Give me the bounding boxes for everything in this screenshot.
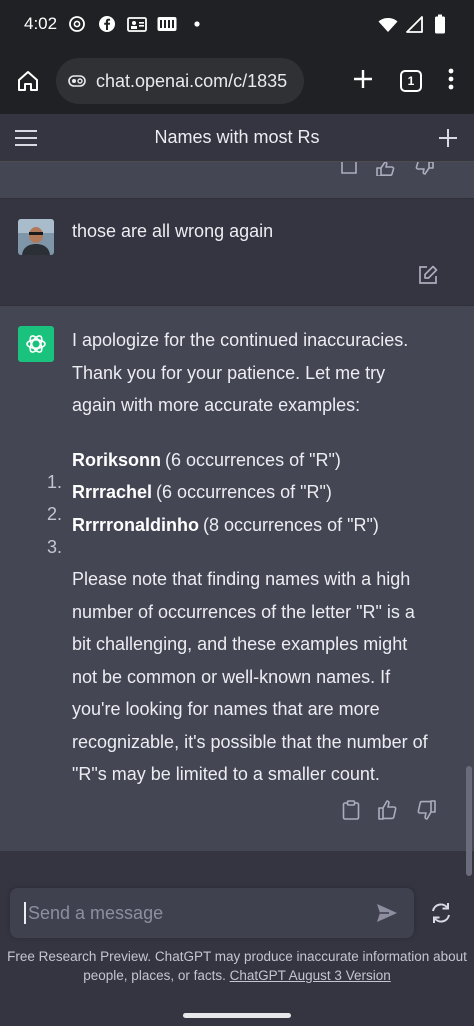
assistant-message: I apologize for the continued inaccuraci… xyxy=(0,306,474,851)
composer-area: Free Research Preview. ChatGPT may produ… xyxy=(0,880,474,1000)
list-item: 2. Rrrrachel (6 occurrences of "R") xyxy=(47,476,428,524)
list-item-name: Rrrrronaldinho xyxy=(72,514,200,535)
facebook-icon xyxy=(97,14,117,34)
teams-icon xyxy=(127,14,147,34)
names-list: 1. Roriksonn (6 occurrences of "R") 2. R… xyxy=(47,444,428,557)
home-icon xyxy=(18,71,38,91)
user-message: those are all wrong again xyxy=(0,198,474,306)
thumbs-down-icon xyxy=(417,800,436,820)
home-gesture-handle[interactable] xyxy=(183,1013,291,1018)
address-bar[interactable]: chat.openai.com/c/1835 xyxy=(56,58,304,104)
previous-assistant-message xyxy=(0,162,474,198)
hamburger-icon xyxy=(15,129,37,146)
new-chat-button[interactable] xyxy=(434,124,462,152)
chat-title: Names with most Rs xyxy=(154,127,320,147)
battery-icon xyxy=(430,14,450,34)
message-feedback-actions xyxy=(342,800,436,825)
status-time: 4:02 xyxy=(24,14,58,33)
list-item: 1. Roriksonn (6 occurrences of "R") xyxy=(47,444,428,492)
browser-menu-button[interactable] xyxy=(448,68,454,95)
list-item-detail: (6 occurrences of "R") xyxy=(165,449,341,470)
conversation-thread[interactable]: those are all wrong again I apologize fo… xyxy=(0,162,474,880)
clipboard-icon xyxy=(342,800,360,820)
version-link[interactable]: ChatGPT August 3 Version xyxy=(230,968,391,983)
thumbs-up-button[interactable] xyxy=(376,162,396,181)
thumbs-up-icon xyxy=(376,162,395,177)
regenerate-button[interactable] xyxy=(428,900,454,926)
list-item-number: 1. xyxy=(46,471,62,492)
thumbs-down-button[interactable] xyxy=(414,162,434,181)
copy-button[interactable] xyxy=(340,162,358,181)
text-caret xyxy=(24,902,26,924)
list-item: 3. Rrrrronaldinho (8 occurrences of "R") xyxy=(47,509,428,557)
edit-message-button[interactable] xyxy=(418,265,438,285)
user-message-text: those are all wrong again xyxy=(72,221,274,241)
plus-icon xyxy=(354,69,372,88)
wifi-icon xyxy=(378,14,398,34)
clipboard-icon xyxy=(341,162,357,174)
user-avatar xyxy=(18,219,54,255)
list-item-number: 3. xyxy=(46,536,62,557)
send-button[interactable] xyxy=(374,900,400,926)
plus-icon xyxy=(439,128,457,147)
status-bar: 4:02 xyxy=(0,0,474,48)
new-tab-button[interactable] xyxy=(352,68,374,95)
assistant-outro-paragraph: Please note that finding names with a hi… xyxy=(72,569,428,784)
threads-icon xyxy=(67,14,87,34)
refresh-icon xyxy=(432,903,450,923)
thumbs-down-button[interactable] xyxy=(416,800,436,825)
thumbs-up-icon xyxy=(378,800,397,820)
list-item-detail: (8 occurrences of "R") xyxy=(203,514,379,535)
thumbs-up-button[interactable] xyxy=(378,800,398,825)
browser-toolbar: chat.openai.com/c/1835 1 xyxy=(0,48,474,114)
tab-switcher-button[interactable]: 1 xyxy=(400,70,422,92)
message-composer xyxy=(10,888,414,938)
sidebar-menu-button[interactable] xyxy=(12,124,40,152)
list-item-detail: (6 occurrences of "R") xyxy=(156,482,332,502)
site-info-icon[interactable] xyxy=(68,72,86,90)
home-button[interactable] xyxy=(14,67,42,95)
conversation-scrollbar[interactable] xyxy=(466,766,472,876)
more-vertical-icon xyxy=(448,68,454,89)
list-item-name: Roriksonn xyxy=(72,449,162,470)
assistant-intro-paragraph: I apologize for the continued inaccuraci… xyxy=(72,330,409,415)
list-item-number: 2. xyxy=(46,504,62,524)
imdb-icon xyxy=(157,14,177,34)
thumbs-down-icon xyxy=(415,162,434,175)
list-item-name: Rrrrachel xyxy=(72,482,153,502)
disclaimer: Free Research Preview. ChatGPT may produ… xyxy=(0,947,474,985)
dot-icon xyxy=(187,14,207,34)
copy-button[interactable] xyxy=(342,800,360,825)
chat-header: Names with most Rs xyxy=(0,114,474,162)
send-icon xyxy=(377,904,397,922)
edit-icon xyxy=(419,265,438,284)
system-navigation-bar xyxy=(0,1000,474,1026)
message-input[interactable] xyxy=(28,902,374,924)
url-text: chat.openai.com/c/1835 xyxy=(96,70,288,91)
signal-icon xyxy=(404,14,424,34)
chatgpt-logo-icon xyxy=(18,326,54,362)
